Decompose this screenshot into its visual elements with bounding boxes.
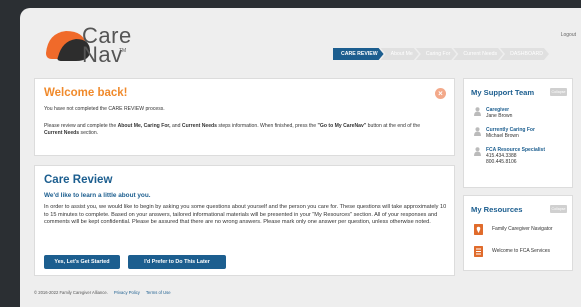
care-review-title: Care Review	[44, 174, 113, 186]
instr-text-4: button at the end of the	[366, 123, 421, 129]
header: Care Nav TM Logout CARE REVIEW About Me …	[20, 8, 581, 70]
step-care-review[interactable]: CARE REVIEW	[333, 48, 384, 60]
footer: © 2016-2022 Family Caregiver Alliance. P…	[34, 290, 171, 295]
welcome-title: Welcome back!	[44, 87, 128, 99]
instr-text-5: section.	[79, 130, 99, 136]
do-later-button[interactable]: I'd Prefer to Do This Later	[128, 255, 226, 269]
instr-go-to: "Go to My CareNav"	[317, 123, 367, 129]
welcome-card: Welcome back! × You have not completed t…	[34, 78, 455, 156]
resource-label: Family Caregiver Navigator	[492, 226, 553, 232]
get-started-button[interactable]: Yes, Let's Get Started	[44, 255, 120, 269]
instr-current-needs: Current Needs	[181, 123, 217, 129]
instr-text-3: steps information. When finished, press …	[217, 123, 318, 129]
instr-section: Current Needs	[44, 130, 80, 136]
support-team-panel: My Support Team Collapse Caregiver Jane …	[463, 78, 573, 188]
progress-steps: CARE REVIEW About Me Caring For Current …	[333, 48, 546, 60]
resources-panel: My Resources Collapse Family Caregiver N…	[463, 195, 573, 271]
step-caring-for[interactable]: Caring For	[416, 48, 457, 60]
support-member-text: Caregiver Jane Brown	[486, 107, 576, 119]
instr-text-1: Please review and complete the	[44, 123, 118, 129]
document-icon	[474, 246, 483, 257]
close-icon[interactable]: ×	[435, 88, 446, 99]
terms-of-use-link[interactable]: Terms of Use	[146, 290, 171, 295]
care-review-body: In order to assist you, we would like to…	[44, 204, 447, 226]
support-member-text: Currently Caring For Michael Brown	[486, 127, 576, 139]
resources-collapse-button[interactable]: Collapse	[550, 205, 567, 213]
step-current-needs[interactable]: Current Needs	[453, 48, 503, 60]
step-dashboard[interactable]: DASHBOARD	[500, 48, 549, 60]
person-icon	[474, 107, 481, 116]
step-about-me[interactable]: About Me	[381, 48, 419, 60]
privacy-policy-link[interactable]: Privacy Policy	[114, 290, 140, 295]
support-team-title: My Support Team	[471, 88, 535, 97]
copyright-text: © 2016-2022 Family Caregiver Alliance.	[34, 290, 108, 295]
app-screen: Care Nav TM Logout CARE REVIEW About Me …	[20, 8, 581, 307]
welcome-status-text: You have not completed the CARE REVIEW p…	[44, 106, 165, 112]
logout-link[interactable]: Logout	[561, 32, 576, 38]
care-review-card: Care Review We'd like to learn a little …	[34, 165, 455, 276]
care-review-subtitle: We'd like to learn a little about you.	[44, 192, 151, 199]
logo-text-nav: Nav	[82, 42, 123, 67]
person-icon	[474, 127, 481, 136]
member-name: Jane Brown	[486, 113, 513, 120]
member-name: Michael Brown	[486, 133, 519, 140]
logo-trademark: TM	[119, 48, 127, 54]
resources-title: My Resources	[471, 205, 523, 214]
instr-about-me: About Me, Caring For,	[117, 123, 171, 129]
support-member-text: FCA Resource Specialist 415.434.3388 800…	[486, 147, 576, 166]
welcome-instructions: Please review and complete the About Me,…	[44, 123, 439, 137]
support-collapse-button[interactable]: Collapse	[550, 88, 567, 96]
person-icon	[474, 147, 481, 156]
member-phone-2: 800.445.8106	[486, 159, 517, 166]
resource-label: Welcome to FCA Services	[492, 248, 550, 254]
map-pin-icon	[474, 224, 483, 235]
instr-text-2: and	[170, 123, 182, 129]
